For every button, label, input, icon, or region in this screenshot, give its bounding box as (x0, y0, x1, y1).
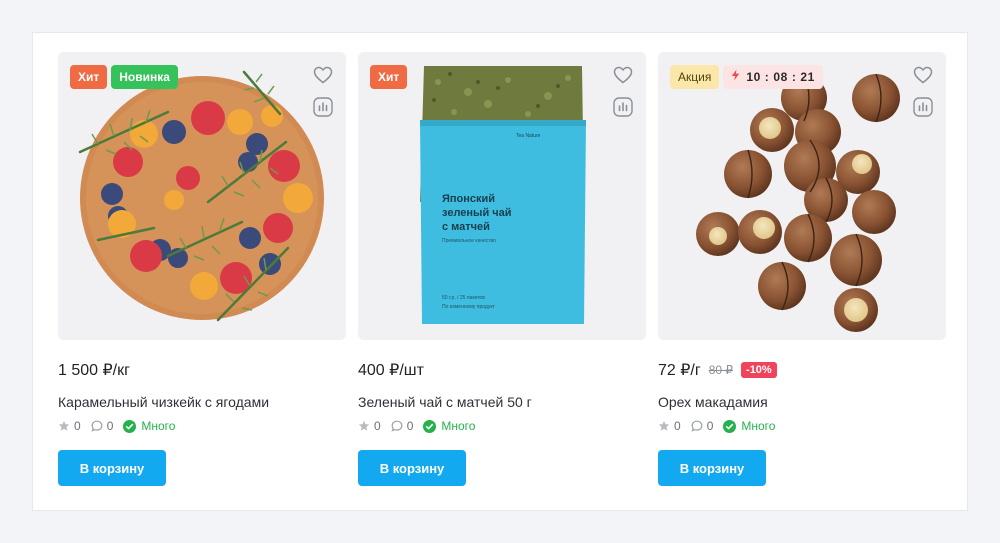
comment-icon (691, 420, 703, 432)
product-card: Акция 10 : 08 : 21 72 ₽/г 80 ₽ -10% Орех… (658, 52, 946, 486)
check-circle-icon (723, 419, 737, 433)
stock-label: Много (141, 419, 176, 433)
stock-status: Много (723, 419, 775, 433)
product-grid: Хит Новинка 1 500 ₽/кг Карамельный чизке… (32, 32, 968, 511)
new-badge: Новинка (111, 65, 178, 89)
badges: Хит (370, 65, 408, 89)
compare-chart-icon[interactable] (612, 96, 634, 118)
product-image[interactable]: Акция 10 : 08 : 21 (658, 52, 946, 340)
rating: 0 (358, 419, 381, 433)
rating-value: 0 (674, 419, 681, 433)
stock-status: Много (123, 419, 175, 433)
product-name[interactable]: Карамельный чизкейк с ягодами (58, 392, 346, 412)
product-name[interactable]: Зеленый чай с матчей 50 г (358, 392, 646, 412)
reviews-count: 0 (406, 419, 414, 433)
badges: Акция 10 : 08 : 21 (670, 65, 823, 89)
tea-package-photo: Tea Nature Японский зеленый чай с матчей… (420, 66, 586, 324)
heart-icon[interactable] (312, 64, 334, 86)
product-image[interactable]: Tea Nature Японский зеленый чай с матчей… (358, 52, 646, 340)
lightning-icon (731, 65, 740, 89)
hit-badge: Хит (70, 65, 108, 89)
rating-value: 0 (74, 419, 81, 433)
add-to-cart-button[interactable]: В корзину (58, 450, 166, 486)
timer-value: 10 : 08 : 21 (746, 70, 815, 84)
product-card: Хит Новинка 1 500 ₽/кг Карамельный чизке… (58, 52, 346, 486)
heart-icon[interactable] (612, 64, 634, 86)
heart-icon[interactable] (912, 64, 934, 86)
add-to-cart-button[interactable]: В корзину (358, 450, 466, 486)
rating: 0 (658, 419, 681, 433)
package-title-line-2: зеленый чай (442, 207, 512, 219)
comment-icon (391, 420, 403, 432)
product-meta: 0 0 Много (658, 417, 946, 435)
reviews-count: 0 (106, 419, 114, 433)
reviews: 0 (91, 419, 114, 433)
reviews: 0 (391, 419, 414, 433)
price: 72 ₽/г (658, 362, 701, 379)
package-weight: 50 г.р. / 25 пакетов (442, 295, 485, 301)
star-icon (358, 420, 370, 431)
check-circle-icon (123, 419, 137, 433)
package-bottom-line: По изменному продукт (442, 304, 496, 310)
package-brand: Tea Nature (516, 133, 541, 139)
add-to-cart-button[interactable]: В корзину (658, 450, 766, 486)
rating-value: 0 (374, 419, 381, 433)
package-title-line-1: Японский (442, 193, 495, 205)
reviews-count: 0 (706, 419, 714, 433)
package-title-line-3: с матчей (442, 221, 490, 233)
macadamia-photo (696, 73, 900, 332)
stock-label: Много (741, 419, 776, 433)
reviews: 0 (691, 419, 714, 433)
price: 400 ₽/шт (358, 362, 424, 379)
star-icon (658, 420, 670, 431)
product-image[interactable]: Хит Новинка (58, 52, 346, 340)
badges: Хит Новинка (70, 65, 178, 89)
check-circle-icon (423, 419, 437, 433)
hit-badge: Хит (370, 65, 408, 89)
discount-badge: -10% (741, 362, 777, 378)
countdown-timer: 10 : 08 : 21 (723, 65, 823, 89)
cheesecake-photo (78, 70, 324, 322)
comment-icon (91, 420, 103, 432)
rating: 0 (58, 419, 81, 433)
package-subtitle: Премиальное качество (442, 238, 496, 244)
old-price: 80 ₽ (708, 363, 734, 377)
compare-chart-icon[interactable] (912, 96, 934, 118)
product-meta: 0 0 Много (358, 417, 646, 435)
price: 1 500 ₽/кг (58, 362, 130, 379)
star-icon (58, 420, 70, 431)
product-name[interactable]: Орех макадамия (658, 392, 946, 412)
stock-status: Много (423, 419, 475, 433)
product-meta: 0 0 Много (58, 417, 346, 435)
stock-label: Много (441, 419, 476, 433)
product-card: Tea Nature Японский зеленый чай с матчей… (358, 52, 646, 486)
compare-chart-icon[interactable] (312, 96, 334, 118)
sale-badge: Акция (670, 65, 720, 89)
